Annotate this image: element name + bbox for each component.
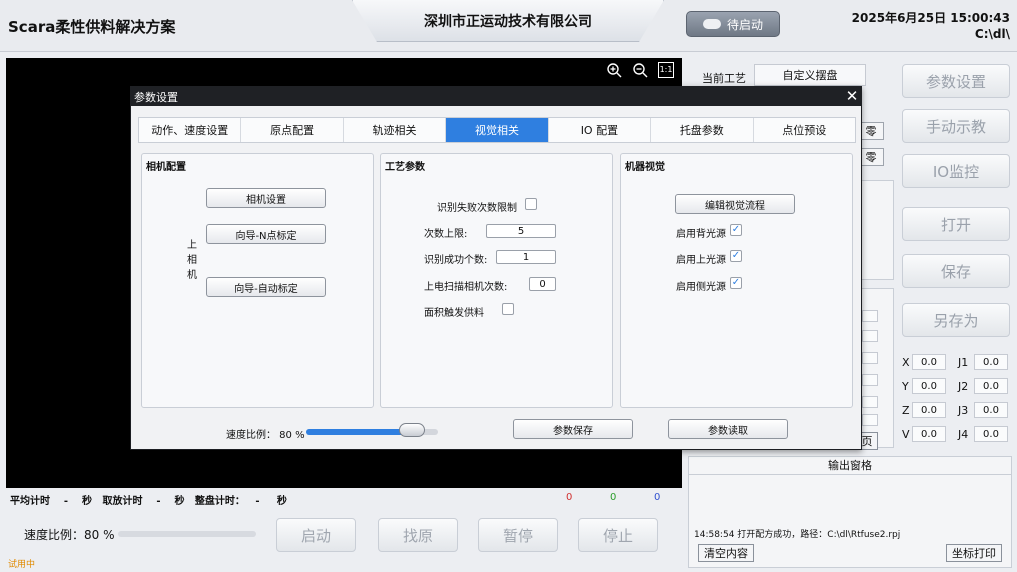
io-box [862,330,878,342]
open-button[interactable]: 打开 [902,207,1010,241]
timer-text: 平均计时 - 秒 取放计时 - 秒 整盘计时： - 秒 [10,496,287,507]
zoom-in-icon[interactable] [606,62,622,78]
io-box [862,396,878,408]
date-time: 2025年6月25日 15:00:43 [851,11,1010,25]
coord-label-x: X [902,356,910,369]
top-light-checkbox[interactable]: ✓ [730,250,742,262]
dialog-speed-label: 速度比例： 80 % [226,430,305,441]
current-path: C:\dl\ [974,27,1010,41]
scan-count-label: 上电扫描相机次数: [424,282,508,293]
app-title: Scara柔性供料解决方案 [8,18,176,36]
pause-button[interactable]: 暂停 [478,518,558,552]
machine-vision-title: 机器视觉 [625,162,665,173]
process-params-title: 工艺参数 [385,162,425,173]
coord-label-j2: J2 [958,380,969,393]
tab-origin[interactable]: 原点配置 [241,118,344,142]
area-trigger-checkbox[interactable] [502,303,514,315]
speed-slider[interactable] [118,531,256,537]
tab-trajectory[interactable]: 轨迹相关 [344,118,447,142]
coord-label-z: Z [902,404,910,417]
top-light-label: 启用上光源 [676,255,726,266]
dialog-tabs: 动作、速度设置 原点配置 轨迹相关 视觉相关 IO 配置 托盘参数 点位预设 [138,117,856,143]
auto-calibration-button[interactable]: 向导-自动标定 [206,277,326,297]
camera-settings-button[interactable]: 相机设置 [206,188,326,208]
counter-blue: 0 [654,492,661,503]
tab-points[interactable]: 点位预设 [754,118,855,142]
log-line: 14:58:54 打开配方成功，路径：C:\dl\Rtfuse2.rpj [694,530,901,540]
speed-label: 速度比例：80 % [24,528,115,542]
param-load-button[interactable]: 参数读取 [668,419,788,439]
dialog-speed-fill [306,429,412,435]
fail-limit-checkbox[interactable] [525,198,537,210]
param-settings-button[interactable]: 参数设置 [902,64,1010,98]
trial-label: 试用中 [8,560,36,570]
company-name: 深圳市正运动技术有限公司 [424,14,592,30]
toggle-icon [702,19,721,29]
fail-limit-label: 识别失败次数限制 [437,203,517,214]
coord-label-j1: J1 [958,356,969,369]
param-save-button[interactable]: 参数保存 [513,419,633,439]
run-state-label: 待启动 [726,17,763,32]
camera-config-title: 相机配置 [146,162,186,173]
io-monitor-button[interactable]: IO监控 [902,154,1010,188]
scan-count-input[interactable]: 0 [529,277,556,291]
io-box [862,374,878,386]
coord-label-v: V [902,428,910,441]
save-as-button[interactable]: 另存为 [902,303,1010,337]
edit-vision-flow-button[interactable]: 编辑视觉流程 [675,194,795,214]
tab-io[interactable]: IO 配置 [549,118,652,142]
side-light-label: 启用侧光源 [676,282,726,293]
coord-value-v: 0.0 [912,426,946,442]
run-state-button[interactable]: 待启动 [686,11,780,37]
coord-label-y: Y [902,380,909,393]
coord-value-z: 0.0 [912,402,946,418]
success-count-input[interactable]: 1 [496,250,556,264]
zoom-out-icon[interactable] [632,62,648,78]
home-button[interactable]: 找原 [378,518,458,552]
tab-motion-speed[interactable]: 动作、速度设置 [139,118,242,142]
actual-size-button[interactable]: 1:1 [658,62,674,78]
tab-tray[interactable]: 托盘参数 [651,118,754,142]
upper-camera-label: 上相机 [187,240,197,281]
counter-green: 0 [610,492,617,503]
io-box [862,414,878,426]
counter-red: 0 [566,492,573,503]
tab-vision[interactable]: 视觉相关 [446,118,549,142]
start-button[interactable]: 启动 [276,518,356,552]
io-box [862,310,878,322]
clear-output-button[interactable]: 清空内容 [698,544,754,562]
area-trigger-label: 面积触发供料 [424,308,484,319]
print-coords-button[interactable]: 坐标打印 [946,544,1002,562]
side-panel [858,180,894,280]
max-count-input[interactable]: 5 [486,224,556,238]
craft-value: 自定义摆盘 [754,64,866,86]
side-light-checkbox[interactable]: ✓ [730,277,742,289]
stop-button[interactable]: 停止 [578,518,658,552]
coord-value-x: 0.0 [912,354,946,370]
craft-label: 当前工艺 [702,72,746,85]
n-point-calibration-button[interactable]: 向导-N点标定 [206,224,326,244]
close-icon[interactable]: ✕ [842,86,862,106]
back-light-checkbox[interactable]: ✓ [730,224,742,236]
coord-value-j1: 0.0 [974,354,1008,370]
coord-value-y: 0.0 [912,378,946,394]
coord-value-j2: 0.0 [974,378,1008,394]
coord-value-j4: 0.0 [974,426,1008,442]
dialog-speed-thumb[interactable] [398,423,425,437]
io-box [862,352,878,364]
max-count-label: 次数上限: [424,229,468,240]
dialog-title: 参数设置 [134,91,178,104]
success-count-label: 识别成功个数: [424,255,488,266]
coord-label-j4: J4 [958,428,969,441]
coord-label-j3: J3 [958,404,969,417]
save-button[interactable]: 保存 [902,254,1010,288]
back-light-label: 启用背光源 [676,229,726,240]
coord-value-j3: 0.0 [974,402,1008,418]
output-title: 输出窗格 [688,457,1012,475]
manual-teach-button[interactable]: 手动示教 [902,109,1010,143]
dialog-titlebar [130,86,862,106]
